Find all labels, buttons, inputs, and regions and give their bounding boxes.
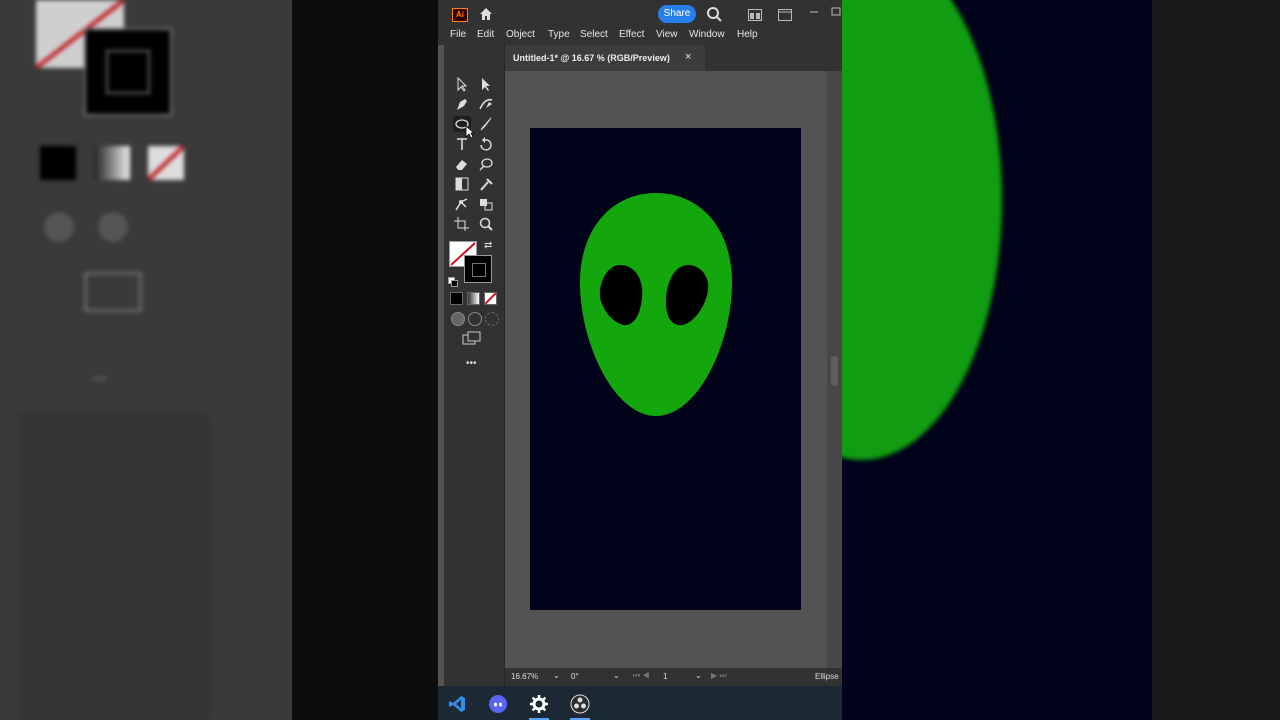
home-icon[interactable] xyxy=(478,6,494,22)
artboard-number[interactable]: 1 xyxy=(663,672,667,681)
gradient-tool-icon[interactable] xyxy=(453,176,471,192)
vertical-scrollbar[interactable] xyxy=(827,71,842,668)
canvas-area[interactable] xyxy=(465,71,827,668)
artboard-tool-icon[interactable] xyxy=(453,216,471,232)
taskbar xyxy=(438,686,842,720)
artboard[interactable] xyxy=(530,128,801,610)
menu-effect[interactable]: Effect xyxy=(619,29,644,40)
paintbrush-tool-icon[interactable] xyxy=(477,116,495,132)
none-mode-icon[interactable] xyxy=(484,292,497,305)
rotate-tool-icon[interactable] xyxy=(477,136,495,152)
edit-toolbar-icon[interactable]: ••• xyxy=(466,358,477,369)
menu-select[interactable]: Select xyxy=(580,29,608,40)
draw-inside-icon[interactable] xyxy=(485,312,499,326)
background-blur-right xyxy=(842,0,1280,720)
direct-selection-tool-icon[interactable] xyxy=(477,76,495,92)
stroke-swatch[interactable] xyxy=(464,255,492,283)
artboard-nav-next-icon[interactable]: ▶ ⏭ xyxy=(711,671,727,681)
workspace-icon[interactable] xyxy=(778,8,792,21)
title-bar: Ai Share xyxy=(438,0,842,27)
close-tab-icon[interactable]: × xyxy=(685,51,691,63)
default-fill-stroke-icon[interactable] xyxy=(448,274,458,287)
search-icon[interactable] xyxy=(706,6,722,22)
screen-mode-icon[interactable] xyxy=(462,331,482,347)
share-button[interactable]: Share xyxy=(658,5,696,23)
menu-file[interactable]: File xyxy=(450,29,466,40)
menu-edit[interactable]: Edit xyxy=(477,29,494,40)
swap-fill-stroke-icon[interactable]: ⇄ xyxy=(484,240,492,251)
pen-tool-icon[interactable] xyxy=(453,96,471,112)
puppet-warp-tool-icon[interactable] xyxy=(453,196,471,212)
vscode-icon[interactable] xyxy=(447,694,467,714)
draw-behind-icon[interactable] xyxy=(468,312,482,326)
menu-view[interactable]: View xyxy=(656,29,678,40)
menu-help[interactable]: Help xyxy=(737,29,758,40)
discord-icon[interactable] xyxy=(488,694,508,714)
zoom-dropdown-icon[interactable]: ⌄ xyxy=(553,671,560,680)
document-tab-label: Untitled-1* @ 16.67 % (RGB/Preview) xyxy=(513,53,670,63)
zoom-level[interactable]: 16.67% xyxy=(511,672,538,681)
color-mode-icon[interactable] xyxy=(450,292,463,305)
gradient-mode-icon[interactable] xyxy=(467,292,480,305)
artboard-dropdown-icon[interactable]: ⌄ xyxy=(695,671,702,680)
obs-icon[interactable] xyxy=(570,694,590,714)
zoom-tool-icon[interactable] xyxy=(477,216,495,232)
minimize-icon[interactable] xyxy=(809,3,819,13)
settings-icon[interactable] xyxy=(529,694,549,714)
draw-normal-icon[interactable] xyxy=(451,312,465,326)
menu-window[interactable]: Window xyxy=(689,29,725,40)
eyedropper-tool-icon[interactable] xyxy=(477,176,495,192)
menu-type[interactable]: Type xyxy=(548,29,570,40)
menu-bar: File Edit Object Type Select Effect View… xyxy=(438,27,842,45)
illustrator-window: Ai Share File Edit Object Type Select Ef… xyxy=(438,0,842,686)
shape-builder-tool-icon[interactable] xyxy=(477,196,495,212)
background-dark-strip xyxy=(292,0,438,720)
maximize-icon[interactable] xyxy=(831,3,841,16)
status-bar: 16.67% ⌄ 0° ⌄ ⏮ ◀ 1 ⌄ ▶ ⏭ Ellipse xyxy=(505,668,842,686)
rotation-value[interactable]: 0° xyxy=(571,672,579,681)
document-tab[interactable]: Untitled-1* @ 16.67 % (RGB/Preview) × xyxy=(505,45,705,71)
scrollbar-thumb[interactable] xyxy=(831,356,838,386)
current-tool-label: Ellipse xyxy=(815,672,839,681)
curvature-tool-icon[interactable] xyxy=(477,96,495,112)
menu-object[interactable]: Object xyxy=(506,29,535,40)
arrange-documents-icon[interactable] xyxy=(748,8,762,21)
background-blur-left: ••• xyxy=(0,0,292,720)
artboard-nav-prev-icon[interactable]: ⏮ ◀ xyxy=(633,671,650,681)
warp-tool-icon[interactable] xyxy=(477,156,495,172)
alien-artwork xyxy=(580,193,732,416)
eraser-tool-icon[interactable] xyxy=(453,156,471,172)
selection-tool-icon[interactable] xyxy=(453,76,471,92)
illustrator-logo: Ai xyxy=(452,8,468,22)
mouse-cursor-icon xyxy=(465,125,476,144)
rotation-dropdown-icon[interactable]: ⌄ xyxy=(613,671,620,680)
document-tab-bar: Untitled-1* @ 16.67 % (RGB/Preview) × xyxy=(505,45,842,71)
